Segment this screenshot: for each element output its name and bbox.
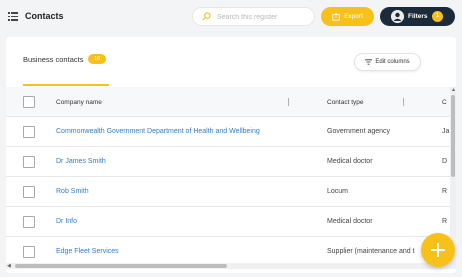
search-box[interactable] bbox=[192, 7, 315, 26]
card-title: Business contacts bbox=[23, 55, 84, 64]
select-all-checkbox[interactable] bbox=[23, 96, 35, 108]
row-checkbox[interactable] bbox=[23, 126, 35, 138]
column-header-third[interactable]: C bbox=[442, 99, 447, 106]
table-header: Company name Contact type C bbox=[6, 87, 450, 117]
edit-columns-icon bbox=[365, 59, 373, 65]
filters-label: Filters bbox=[408, 13, 428, 20]
company-name-link[interactable]: Commonwealth Government Department of He… bbox=[56, 128, 260, 135]
search-icon bbox=[202, 12, 211, 21]
add-contact-button[interactable] bbox=[421, 233, 455, 267]
edit-columns-label: Edit columns bbox=[375, 59, 410, 65]
contact-type-cell: Locum bbox=[327, 188, 349, 195]
table-row[interactable]: Rob Smith Locum R bbox=[6, 177, 450, 207]
horizontal-scrollbar[interactable]: ◀ bbox=[6, 263, 456, 269]
table-row[interactable]: Dr James Smith Medical doctor D bbox=[6, 147, 450, 177]
column-header-company[interactable]: Company name bbox=[56, 99, 102, 106]
contact-type-cell: Government agency bbox=[327, 128, 391, 135]
column-resizer[interactable] bbox=[403, 98, 404, 106]
horizontal-scroll-thumb[interactable] bbox=[15, 264, 227, 268]
count-badge: 16 bbox=[88, 54, 106, 64]
vertical-scroll-thumb[interactable] bbox=[451, 95, 455, 177]
company-name-link[interactable]: Edge Fleet Services bbox=[56, 248, 119, 255]
column-resizer[interactable] bbox=[288, 98, 289, 106]
third-column-cell: Ja bbox=[442, 128, 450, 135]
page-title: Contacts bbox=[25, 11, 64, 21]
third-column-cell: D bbox=[442, 158, 448, 165]
list-icon[interactable] bbox=[8, 12, 18, 21]
contact-type-cell: Medical doctor bbox=[327, 158, 373, 165]
company-name-link[interactable]: Dr James Smith bbox=[56, 158, 106, 165]
row-checkbox[interactable] bbox=[23, 156, 35, 168]
scroll-up-arrow[interactable]: ▲ bbox=[451, 87, 456, 93]
filter-avatar-icon bbox=[391, 10, 404, 23]
filters-count-badge: 1 bbox=[432, 11, 443, 22]
row-checkbox[interactable] bbox=[23, 216, 35, 228]
filters-button[interactable]: Filters 1 bbox=[380, 7, 455, 26]
company-name-link[interactable]: Rob Smith bbox=[56, 188, 89, 195]
edit-columns-button[interactable]: Edit columns bbox=[354, 53, 421, 71]
contact-type-cell: Supplier (maintenance and t bbox=[327, 248, 415, 255]
table-row[interactable]: Dr Info Medical doctor R bbox=[6, 207, 450, 237]
company-name-link[interactable]: Dr Info bbox=[56, 218, 77, 225]
row-checkbox[interactable] bbox=[23, 186, 35, 198]
column-header-contact-type[interactable]: Contact type bbox=[327, 99, 364, 106]
table-row[interactable]: Commonwealth Government Department of He… bbox=[6, 117, 450, 147]
contact-type-cell: Medical doctor bbox=[327, 218, 373, 225]
active-tab-underline bbox=[23, 84, 109, 86]
vertical-scrollbar[interactable]: ▲ bbox=[450, 87, 456, 263]
export-icon bbox=[332, 12, 340, 21]
contacts-card: Business contacts 16 Edit columns Compan… bbox=[6, 37, 456, 273]
third-column-cell: R bbox=[442, 218, 448, 225]
search-input[interactable] bbox=[217, 11, 309, 23]
third-column-cell: R bbox=[442, 188, 448, 195]
top-bar: Contacts Export Filters 1 bbox=[0, 0, 462, 34]
scroll-left-arrow[interactable]: ◀ bbox=[7, 263, 11, 269]
export-button[interactable]: Export bbox=[321, 7, 374, 26]
row-checkbox[interactable] bbox=[23, 246, 35, 258]
export-label: Export bbox=[344, 13, 363, 20]
